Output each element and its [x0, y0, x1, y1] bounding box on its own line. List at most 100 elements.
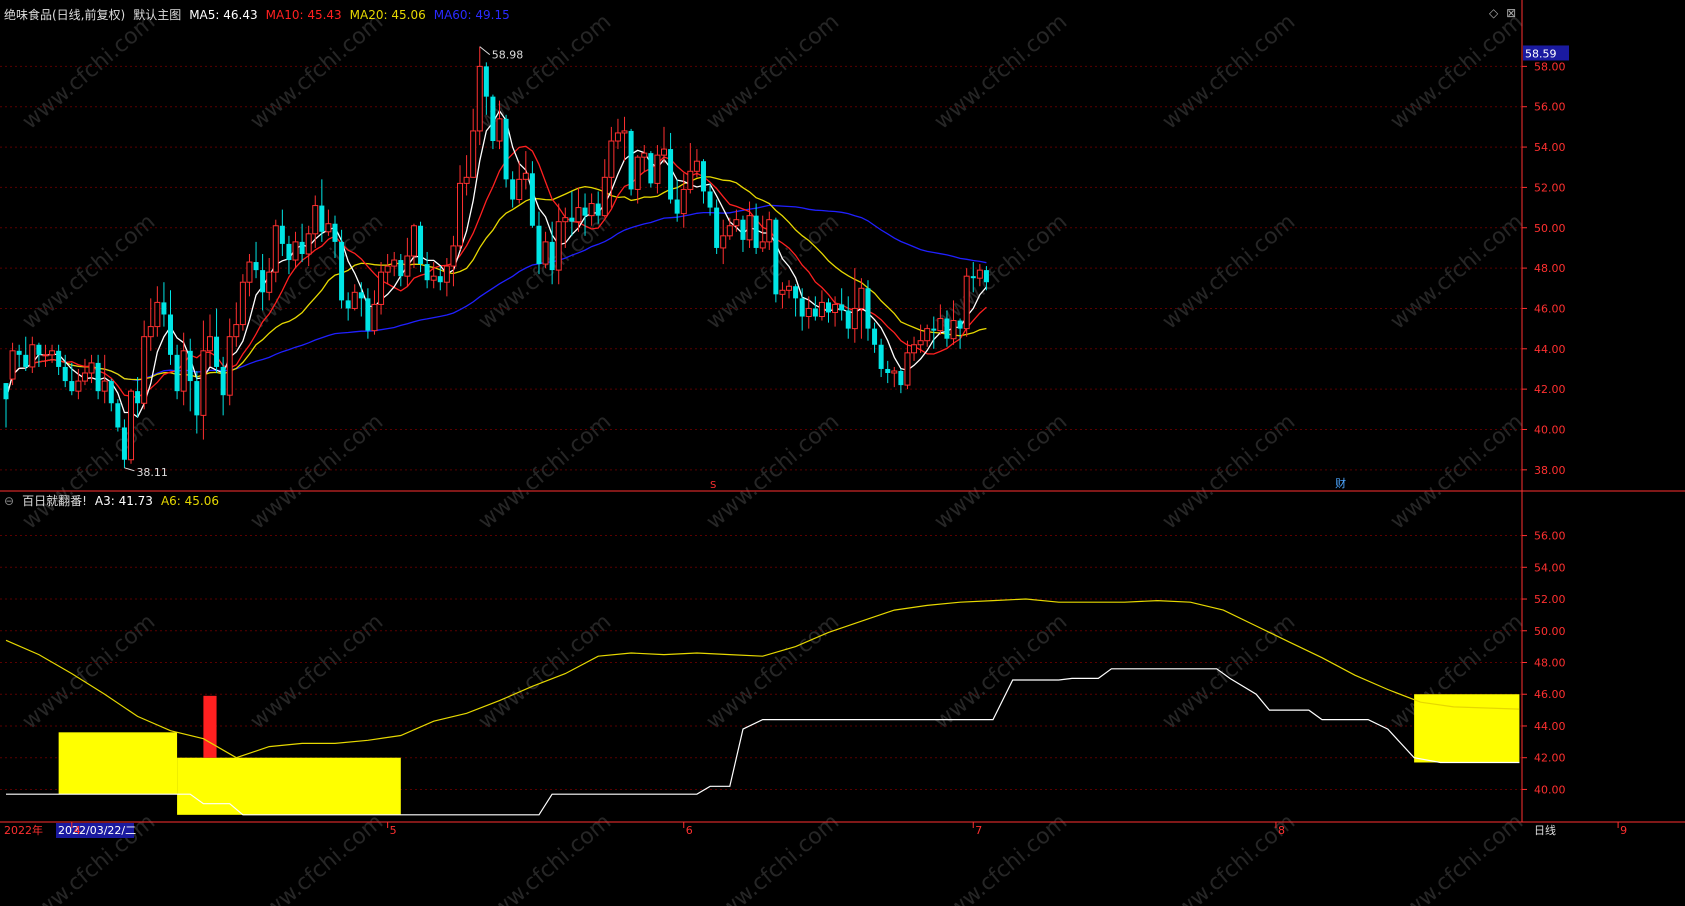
candle-body: [680, 188, 687, 215]
candle-body: [911, 344, 918, 354]
candle-body: [108, 381, 114, 404]
candle: [16, 344, 22, 367]
indicator-name[interactable]: 百日就翻番!: [22, 492, 87, 509]
candle: [614, 118, 621, 150]
candle-body: [812, 308, 818, 317]
watermark-text: www.cfchi.com: [1386, 9, 1528, 134]
y-tick-label: 50.00: [1534, 625, 1566, 638]
candle: [312, 195, 319, 248]
candle-body: [371, 303, 378, 332]
candle-body: [924, 328, 931, 342]
candle: [898, 368, 904, 394]
candle: [845, 296, 851, 339]
candle: [885, 360, 891, 384]
candle: [115, 399, 121, 432]
candle-body: [128, 390, 135, 461]
watermark-text: www.cfchi.com: [18, 609, 160, 734]
candle-body: [437, 276, 443, 283]
candle: [200, 320, 207, 440]
candle: [174, 344, 180, 400]
low-marker-line: [124, 467, 135, 472]
y-tick-label: 48.00: [1534, 657, 1566, 670]
y-tick-label: 42.00: [1534, 383, 1566, 396]
candle-body: [944, 318, 950, 339]
candle: [358, 282, 364, 317]
candle-body: [490, 96, 496, 142]
candle-body: [180, 350, 187, 392]
close-box-icon[interactable]: ⊠: [1506, 6, 1516, 20]
candle-body: [29, 344, 36, 368]
candle: [957, 318, 963, 349]
candle-body: [891, 370, 898, 374]
candle: [872, 322, 878, 353]
candle: [161, 282, 167, 327]
candle-body: [700, 161, 706, 192]
candle: [490, 94, 496, 150]
candle-body: [16, 350, 22, 355]
candle-body: [470, 130, 477, 178]
signal-block: [203, 695, 217, 758]
watermark-text: www.cfchi.com: [1386, 409, 1528, 534]
candle-body: [753, 215, 759, 248]
candle-body: [799, 298, 805, 317]
stock-title[interactable]: 绝味食品(日线,前复权): [4, 6, 125, 23]
candle-body: [398, 260, 404, 277]
candle-body: [648, 153, 654, 184]
candle-body: [621, 130, 628, 134]
candle: [839, 288, 845, 321]
candle-body: [937, 318, 944, 332]
watermark-text: www.cfchi.com: [246, 809, 388, 906]
candle-body: [141, 336, 148, 404]
candle-body: [733, 219, 740, 227]
collapse-icon[interactable]: ⊖: [4, 494, 14, 508]
cursor-date-label: 2022/03/22/二: [58, 824, 136, 837]
main-grid: [0, 65, 1522, 471]
high-marker-line: [479, 46, 491, 56]
candle-body: [384, 265, 391, 273]
candle-body: [970, 276, 976, 279]
candle: [766, 211, 773, 250]
candle-body: [95, 362, 101, 392]
candle: [720, 219, 727, 265]
stock-chart[interactable]: www.cfchi.com www.cfchi.com www.cfchi.com w…: [0, 0, 1685, 906]
candle: [23, 336, 29, 371]
candle: [424, 251, 430, 289]
month-label: 7: [975, 824, 982, 837]
candle: [641, 145, 648, 172]
candle: [128, 389, 135, 464]
signal-block: [58, 732, 178, 795]
ma20-label: MA20: 45.06: [349, 7, 426, 22]
sub-grid: [0, 535, 1522, 790]
candle: [450, 235, 457, 287]
y-tick-label: 48.00: [1534, 262, 1566, 275]
y-tick-label: 50.00: [1534, 222, 1566, 235]
candle: [95, 354, 101, 400]
candle-body: [220, 366, 226, 396]
month-label: 8: [1278, 824, 1285, 837]
candle-body: [931, 328, 937, 331]
candle-body: [510, 179, 516, 200]
candle: [911, 336, 918, 361]
signal-block: [1414, 694, 1520, 763]
candle-body: [839, 304, 845, 311]
candle-body: [253, 262, 259, 271]
watermark-text: www.cfchi.com: [474, 609, 616, 734]
candle: [325, 209, 332, 236]
candle: [206, 314, 213, 367]
candle: [378, 262, 385, 315]
candle-body: [628, 130, 634, 190]
candle-body: [168, 314, 173, 355]
candle: [924, 324, 931, 347]
candle-body: [575, 207, 582, 223]
candle-body: [476, 65, 483, 132]
candle-body: [826, 302, 831, 313]
scheme-label[interactable]: 默认主图: [133, 6, 181, 23]
candle: [601, 159, 608, 218]
candle-body: [786, 285, 793, 291]
candle: [135, 377, 141, 418]
candle-body: [260, 270, 266, 293]
candle: [529, 161, 535, 228]
candle-body: [351, 291, 358, 309]
candle: [404, 237, 411, 287]
diamond-icon[interactable]: ◇: [1489, 6, 1498, 20]
